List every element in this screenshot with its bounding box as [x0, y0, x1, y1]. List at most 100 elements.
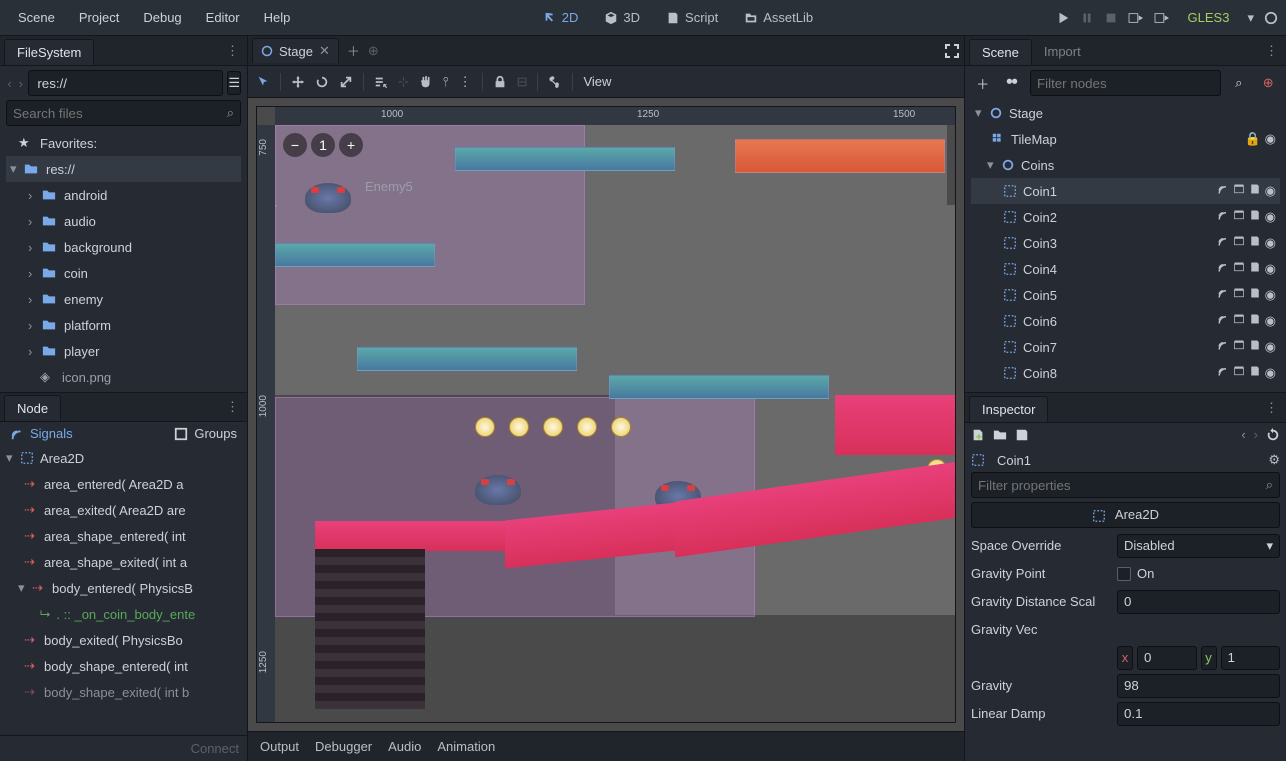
- zoom-in-button[interactable]: +: [339, 133, 363, 157]
- tab-menu-icon[interactable]: ⊕: [368, 43, 379, 59]
- scene-node-coin[interactable]: Coin6◉: [971, 308, 1280, 334]
- folder-background[interactable]: ›background: [6, 234, 241, 260]
- scene-node-coin[interactable]: Coin3◉: [971, 230, 1280, 256]
- signal-connection[interactable]: ⮡. :: _on_coin_body_ente: [0, 601, 247, 627]
- panel-menu-icon[interactable]: ⋮: [222, 39, 243, 63]
- instance-button[interactable]: [1001, 71, 1025, 95]
- path-mode-icon[interactable]: ☰: [227, 71, 241, 95]
- script-icon[interactable]: [1249, 313, 1261, 329]
- coin-sprite[interactable]: [475, 417, 495, 437]
- editor-layout-icon[interactable]: [1264, 11, 1278, 25]
- inspector-class[interactable]: Area2D: [971, 502, 1280, 528]
- zoom-out-button[interactable]: −: [283, 133, 307, 157]
- coin-sprite[interactable]: [543, 417, 563, 437]
- visibility-icon[interactable]: ◉: [1265, 131, 1276, 147]
- lock-icon[interactable]: 🔒: [1244, 131, 1260, 147]
- scene-node-stage[interactable]: ▾ Stage: [971, 100, 1280, 126]
- signal-row[interactable]: ⇢body_exited( PhysicsBo: [0, 627, 247, 653]
- scene-node-coins[interactable]: ▾ Coins: [971, 152, 1280, 178]
- view-menu[interactable]: View: [583, 74, 611, 89]
- filter-properties-input[interactable]: [978, 478, 1266, 493]
- signal-class-row[interactable]: ▾ Area2D: [0, 445, 247, 471]
- visibility-icon[interactable]: ◉: [1265, 235, 1276, 251]
- stop-button[interactable]: [1104, 11, 1118, 25]
- filesystem-tab[interactable]: FileSystem: [4, 39, 94, 65]
- scene-node-coin[interactable]: Coin4◉: [971, 256, 1280, 282]
- signal-icon[interactable]: [1217, 365, 1229, 381]
- scene-icon[interactable]: [1233, 339, 1245, 355]
- play-scene-button[interactable]: [1128, 11, 1144, 25]
- visibility-icon[interactable]: ◉: [1265, 261, 1276, 277]
- scene-icon[interactable]: [1233, 287, 1245, 303]
- scene-icon[interactable]: [1233, 365, 1245, 381]
- close-icon[interactable]: ✕: [319, 43, 330, 59]
- visibility-icon[interactable]: ◉: [1265, 365, 1276, 381]
- workspace-3d[interactable]: 3D: [594, 4, 650, 31]
- visibility-icon[interactable]: ◉: [1265, 339, 1276, 355]
- panel-menu-icon[interactable]: ⋮: [222, 395, 243, 419]
- select-tool-icon[interactable]: [256, 75, 270, 89]
- visibility-icon[interactable]: ◉: [1265, 209, 1276, 225]
- script-icon[interactable]: [1249, 365, 1261, 381]
- folder-root[interactable]: ▾ res://: [6, 156, 241, 182]
- script-icon[interactable]: [1249, 261, 1261, 277]
- new-resource-icon[interactable]: [971, 428, 985, 442]
- add-tab-icon[interactable]: ＋: [347, 41, 360, 60]
- nav-back-icon[interactable]: ‹: [6, 71, 13, 95]
- script-icon[interactable]: [1249, 209, 1261, 225]
- unlock-icon[interactable]: ⊟: [517, 74, 528, 90]
- bone-icon[interactable]: [548, 75, 562, 89]
- folder-platform[interactable]: ›platform: [6, 312, 241, 338]
- script-icon[interactable]: [1249, 287, 1261, 303]
- signal-row[interactable]: ⇢body_shape_exited( int b: [0, 679, 247, 705]
- coin-sprite[interactable]: [509, 417, 529, 437]
- scene-node-coin[interactable]: Coin5◉: [971, 282, 1280, 308]
- platform-sprite[interactable]: [455, 147, 675, 171]
- attach-script-icon[interactable]: ⊕: [1257, 71, 1281, 95]
- visibility-icon[interactable]: ◉: [1265, 313, 1276, 329]
- bottom-tab-animation[interactable]: Animation: [437, 739, 495, 754]
- menu-scene[interactable]: Scene: [8, 4, 65, 31]
- visibility-icon[interactable]: ◉: [1265, 183, 1276, 199]
- platform-sprite[interactable]: [275, 243, 435, 267]
- lock-icon[interactable]: [493, 75, 507, 89]
- list-select-icon[interactable]: [374, 75, 388, 89]
- scene-tab-stage[interactable]: Stage ✕: [252, 38, 339, 63]
- signal-row[interactable]: ⇢area_shape_exited( int a: [0, 549, 247, 575]
- folder-enemy[interactable]: ›enemy: [6, 286, 241, 312]
- scene-node-coin[interactable]: Coin7◉: [971, 334, 1280, 360]
- distraction-free-icon[interactable]: [944, 43, 960, 59]
- folder-audio[interactable]: ›audio: [6, 208, 241, 234]
- script-icon[interactable]: [1249, 183, 1261, 199]
- space-override-select[interactable]: Disabled▾: [1117, 534, 1280, 558]
- script-icon[interactable]: [1249, 339, 1261, 355]
- scene-node-coin[interactable]: Coin8◉: [971, 360, 1280, 386]
- menu-editor[interactable]: Editor: [196, 4, 250, 31]
- signals-subtab[interactable]: Signals: [10, 426, 73, 441]
- visibility-icon[interactable]: ◉: [1265, 287, 1276, 303]
- signal-icon[interactable]: [1217, 313, 1229, 329]
- scene-node-coin[interactable]: Coin1◉: [971, 178, 1280, 204]
- folder-android[interactable]: ›android: [6, 182, 241, 208]
- node-tab[interactable]: Node: [4, 395, 61, 421]
- history-icon[interactable]: [1266, 428, 1280, 442]
- workspace-2d[interactable]: 2D: [533, 4, 589, 31]
- scene-icon[interactable]: [1233, 209, 1245, 225]
- menu-debug[interactable]: Debug: [133, 4, 191, 31]
- signal-row[interactable]: ⇢area_entered( Area2D a: [0, 471, 247, 497]
- panel-menu-icon[interactable]: ⋮: [1261, 39, 1282, 63]
- signal-icon[interactable]: [1217, 183, 1229, 199]
- platform-sprite[interactable]: [609, 375, 829, 399]
- signal-row[interactable]: ▾⇢body_entered( PhysicsB: [0, 575, 247, 601]
- chevron-down-icon[interactable]: ▾: [1247, 10, 1254, 26]
- connect-button[interactable]: Connect: [191, 741, 239, 756]
- menu-icon[interactable]: ⋮: [459, 74, 472, 90]
- linear-damp-input[interactable]: [1117, 702, 1280, 726]
- menu-project[interactable]: Project: [69, 4, 129, 31]
- scene-icon[interactable]: [1233, 313, 1245, 329]
- sliders-icon[interactable]: ⚙: [1268, 452, 1280, 468]
- scale-tool-icon[interactable]: [339, 75, 353, 89]
- platform-sprite[interactable]: [357, 347, 577, 371]
- coin-sprite[interactable]: [611, 417, 631, 437]
- signal-row[interactable]: ⇢area_exited( Area2D are: [0, 497, 247, 523]
